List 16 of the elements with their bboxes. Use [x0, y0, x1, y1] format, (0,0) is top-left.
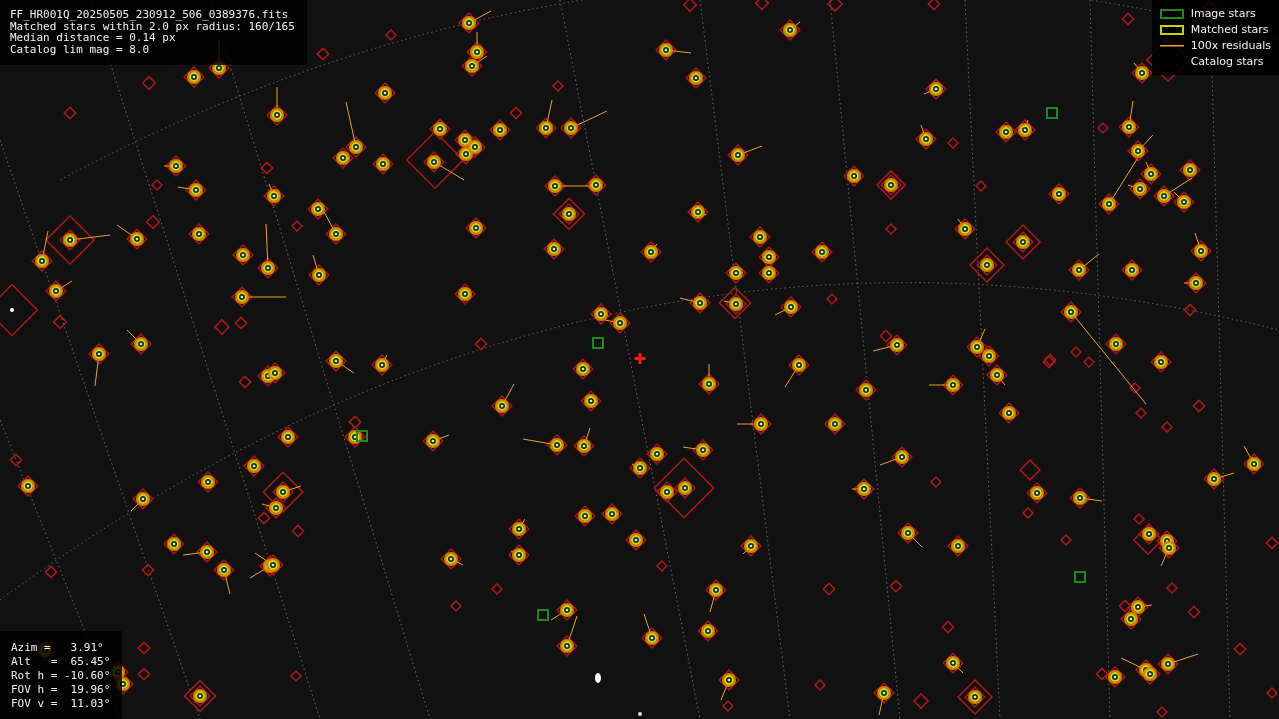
info-text: Median distance = 0.14 px: [10, 32, 176, 44]
legend-label: 100x residuals: [1190, 39, 1271, 52]
residual-line-icon: [1160, 44, 1185, 47]
info-text: Matched stars within 2.0 px radius: 160/165: [10, 20, 295, 32]
legend-label: Catalog stars: [1190, 55, 1264, 68]
info-text: FF_HR001Q_20250505_230912_506_0389376.fits: [10, 9, 290, 21]
image-star-swatch-icon: [1160, 8, 1185, 19]
pointing-text: Azim = 3.91°: [11, 641, 105, 655]
pointing-text: Alt = 65.45°: [11, 655, 111, 669]
pointing-text: FOV v = 11.03°: [11, 697, 111, 711]
legend-label: Image stars: [1190, 7, 1256, 20]
pointing-text: Rot h = -10.60°: [11, 669, 111, 683]
pointing-text: FOV h = 19.96°: [11, 683, 111, 697]
info-text: Catalog lim mag = 8.0: [10, 43, 151, 55]
legend-label: Matched stars: [1190, 23, 1269, 36]
matched-star-swatch-icon: [1160, 24, 1185, 35]
